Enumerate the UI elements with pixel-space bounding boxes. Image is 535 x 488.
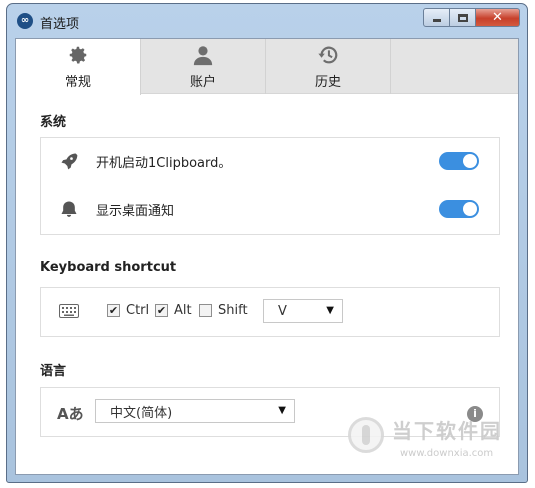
- title-bar[interactable]: ∞ 首选项 ✕: [7, 4, 527, 38]
- language-value: 中文(简体): [110, 405, 173, 421]
- tab-general[interactable]: 常规: [16, 39, 141, 95]
- system-card: 开机启动1Clipboard。 显示桌面通知: [40, 137, 500, 235]
- maximize-button[interactable]: [450, 8, 476, 27]
- language-section-title: 语言: [40, 364, 67, 379]
- watermark-brand: 当下软件园: [392, 419, 502, 443]
- tab-history[interactable]: 历史: [266, 39, 391, 94]
- keyboard-card: ✔ Ctrl ✔ Alt Shift V ▼: [40, 287, 500, 337]
- system-section-title: 系统: [40, 115, 67, 130]
- tab-account[interactable]: 账户: [141, 39, 266, 94]
- notification-label: 显示桌面通知: [96, 203, 175, 219]
- app-clip-icon: ∞: [17, 13, 33, 29]
- minimize-icon: [432, 19, 441, 22]
- rocket-icon: [61, 153, 78, 170]
- preferences-window: ∞ 首选项 ✕ 常规 账户 历史 系统 开机启动1Clipboard。 显示桌面…: [6, 3, 528, 483]
- alt-checkbox[interactable]: ✔: [155, 304, 168, 317]
- language-select[interactable]: 中文(简体) ▼: [95, 399, 295, 423]
- shift-label: Shift: [218, 303, 248, 318]
- startup-row: 开机启动1Clipboard。: [41, 141, 499, 181]
- bell-icon: [61, 201, 77, 217]
- tab-general-label: 常规: [64, 75, 91, 90]
- language-icon: Aあ: [57, 405, 84, 423]
- close-button[interactable]: ✕: [476, 8, 520, 27]
- shortcut-key-select[interactable]: V ▼: [263, 299, 343, 323]
- tab-account-label: 账户: [189, 74, 216, 90]
- alt-modifier[interactable]: ✔ Alt: [155, 303, 192, 318]
- toggle-knob: [463, 154, 477, 168]
- user-icon: [193, 45, 213, 65]
- notification-toggle[interactable]: [439, 200, 479, 218]
- history-icon: [318, 46, 338, 63]
- shift-checkbox[interactable]: [199, 304, 212, 317]
- ctrl-modifier[interactable]: ✔ Ctrl: [107, 303, 149, 318]
- shift-modifier[interactable]: Shift: [199, 303, 248, 318]
- toggle-knob: [463, 202, 477, 216]
- watermark: 当下软件园 www.downxia.com: [340, 415, 510, 465]
- preferences-content: 常规 账户 历史 系统 开机启动1Clipboard。 显示桌面通知 Keybo…: [15, 38, 519, 475]
- watermark-logo-icon: [348, 417, 384, 453]
- startup-toggle[interactable]: [439, 152, 479, 170]
- dropdown-arrow-icon: ▼: [326, 305, 334, 316]
- startup-label: 开机启动1Clipboard。: [96, 155, 232, 171]
- tab-history-label: 历史: [314, 74, 341, 90]
- notification-row: 显示桌面通知: [41, 189, 499, 229]
- shortcut-key-value: V: [278, 303, 287, 319]
- ctrl-label: Ctrl: [126, 303, 150, 318]
- keyboard-icon: [59, 304, 79, 318]
- alt-label: Alt: [174, 303, 192, 318]
- tab-bar: 常规 账户 历史: [16, 39, 518, 95]
- minimize-button[interactable]: [423, 8, 450, 27]
- window-controls: ✕: [423, 8, 520, 27]
- dropdown-arrow-icon: ▼: [278, 405, 286, 416]
- keyboard-section-title: Keyboard shortcut: [40, 260, 177, 275]
- window-title: 首选项: [40, 17, 80, 32]
- close-icon: ✕: [492, 10, 503, 25]
- ctrl-checkbox[interactable]: ✔: [107, 304, 120, 317]
- gear-icon: [69, 46, 87, 64]
- watermark-url: www.downxia.com: [400, 448, 494, 459]
- maximize-icon: [457, 13, 468, 22]
